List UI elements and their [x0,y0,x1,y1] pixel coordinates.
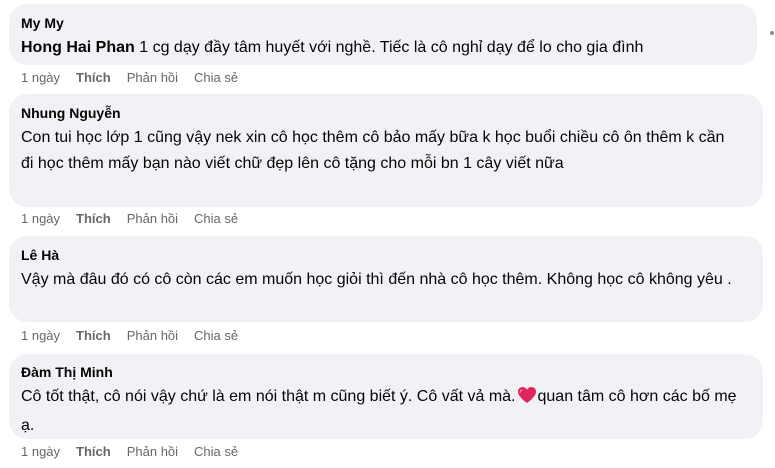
comment-author[interactable]: My My [21,14,745,33]
comment-time[interactable]: 1 ngày [21,443,60,460]
share-button[interactable]: Chia sẻ [194,443,238,460]
share-button[interactable]: Chia sẻ [194,69,238,86]
comment-text: Vậy mà đâu đó có cô còn các em muốn học … [21,271,732,288]
share-button[interactable]: Chia sẻ [194,210,238,227]
like-button[interactable]: Thích [76,210,111,227]
like-button[interactable]: Thích [76,69,111,86]
comment-actions: 1 ngày Thích Phản hồi Chia sẻ [21,210,254,227]
share-button[interactable]: Chia sẻ [194,327,238,344]
comment-actions: 1 ngày Thích Phản hồi Chia sẻ [21,69,254,86]
reply-button[interactable]: Phản hồi [127,327,178,344]
comment-text-body: Cô tốt thật, cô nói vậy chứ là em nói th… [21,388,516,405]
comment-mention[interactable]: Hong Hai Phan [21,39,135,56]
reply-button[interactable]: Phản hồi [127,69,178,86]
comment-bubble: Lê Hà Vậy mà đâu đó có cô còn các em muố… [9,236,763,322]
more-options-icon[interactable] [770,31,774,35]
comment-text: Con tui học lớp 1 cũng vậy nek xin cô họ… [21,129,725,172]
comment-bubble: My My Hong Hai Phan 1 cg dạy đầy tâm huy… [9,4,757,65]
comment-bubble: Đàm Thị Minh Cô tốt thật, cô nói vậy chứ… [9,354,763,439]
comment-author[interactable]: Đàm Thị Minh [21,363,751,382]
comment-time[interactable]: 1 ngày [21,69,60,86]
like-button[interactable]: Thích [76,443,111,460]
comment-actions: 1 ngày Thích Phản hồi Chia sẻ [21,327,254,344]
like-button[interactable]: Thích [76,327,111,344]
comment-item: Đàm Thị Minh Cô tốt thật, cô nói vậy chứ… [9,354,763,439]
comment-time[interactable]: 1 ngày [21,210,60,227]
comment-text: Cô tốt thật, cô nói vậy chứ là em nói th… [21,384,741,439]
comment-text: Hong Hai Phan 1 cg dạy đầy tâm huyết với… [21,35,745,61]
comment-actions: 1 ngày Thích Phản hồi Chia sẻ [21,443,254,460]
comment-time[interactable]: 1 ngày [21,327,60,344]
comment-item: Lê Hà Vậy mà đâu đó có cô còn các em muố… [9,236,763,322]
comment-author[interactable]: Lê Hà [21,246,751,265]
comment-item: Nhung Nguyễn Con tui học lớp 1 cũng vậy … [9,94,763,207]
comment-author[interactable]: Nhung Nguyễn [21,104,751,123]
comment-bubble: Nhung Nguyễn Con tui học lớp 1 cũng vậy … [9,94,763,207]
comment-item: My My Hong Hai Phan 1 cg dạy đầy tâm huy… [9,4,757,65]
reply-button[interactable]: Phản hồi [127,210,178,227]
comment-text-body: 1 cg dạy đầy tâm huyết với nghề. Tiếc là… [134,39,644,56]
reply-button[interactable]: Phản hồi [127,443,178,460]
heart-icon [517,386,537,413]
